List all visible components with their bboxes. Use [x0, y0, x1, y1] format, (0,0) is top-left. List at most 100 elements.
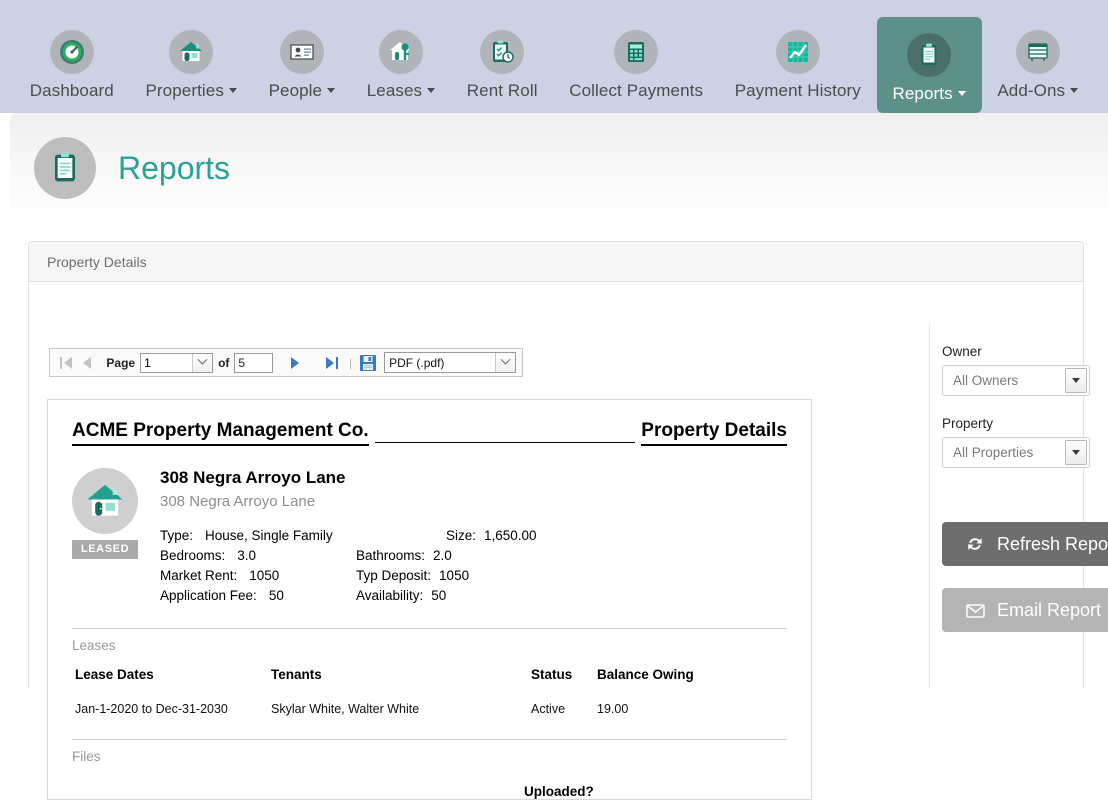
page-title: Reports	[118, 149, 231, 186]
report-viewer-toolbar: Page of 5 |	[49, 348, 523, 377]
files-divider	[72, 739, 787, 740]
save-icon[interactable]	[359, 354, 377, 372]
page-number-combo[interactable]	[140, 352, 214, 373]
report-page: ACME Property Management Co. Property De…	[47, 399, 812, 800]
property-select[interactable]: All Properties	[942, 437, 1090, 468]
field-pair-right: Availability: 50	[356, 586, 446, 606]
page-header: Reports	[10, 113, 1108, 223]
header-rule	[374, 442, 636, 443]
field-key: Application Fee:	[160, 588, 257, 603]
field-key: Bathrooms:	[356, 548, 426, 563]
report-filters-sidebar: Owner All Owners Property All Properties	[942, 344, 1108, 632]
property-select-value: All Properties	[953, 445, 1034, 460]
drawers-icon	[1015, 30, 1060, 74]
previous-page-button[interactable]	[77, 352, 98, 374]
nav-item-label: People	[269, 81, 336, 101]
nav-item-label: Collect Payments	[569, 81, 704, 100]
export-format-select[interactable]: PDF (.pdf)	[384, 352, 516, 373]
field-value: 1,650.00	[484, 528, 537, 543]
chevron-down-icon[interactable]	[494, 353, 515, 372]
clipboard-icon	[907, 33, 952, 77]
field-pair-left: Bedrooms: 3.0	[160, 546, 356, 566]
table-row: Jan-1-2020 to Dec-31-2030 Skylar White, …	[74, 701, 785, 717]
property-field-row: Bedrooms: 3.0 Bathrooms: 2.0	[160, 546, 787, 566]
property-thumbnail-column: LEASED	[72, 468, 156, 606]
cell-balance-owing: 19.00	[597, 702, 629, 716]
panel-body: Page of 5 |	[29, 282, 1108, 800]
page-number-input[interactable]	[141, 353, 193, 372]
nav-item-reports[interactable]: Reports	[876, 17, 982, 124]
cell-lease-dates: Jan-1-2020 to Dec-31-2030	[75, 702, 228, 716]
chevron-down-icon[interactable]	[1065, 440, 1087, 465]
leases-section-label: Leases	[72, 638, 116, 653]
clipboard-icon	[34, 137, 96, 199]
field-pair-right: Size: 1,650.00	[446, 526, 537, 546]
field-pair-left: Type: House, Single Family	[160, 526, 356, 546]
property-field-row: Application Fee: 50 Availability: 50	[160, 586, 787, 606]
property-label: Property	[942, 416, 994, 431]
nav-item-payment-history[interactable]: Payment History	[719, 14, 877, 113]
refresh-report-label: Refresh Report	[997, 533, 1108, 554]
toolbar-divider: |	[348, 355, 353, 370]
property-summary: LEASED 308 Negra Arroyo Lane 308 Negra A…	[72, 468, 787, 606]
chevron-down-icon[interactable]	[1065, 368, 1087, 393]
nav-item-list: Dashboard Properties People Leases Rent …	[0, 0, 1108, 124]
nav-item-leases[interactable]: Leases	[351, 14, 451, 113]
cell-status: Active	[531, 702, 566, 716]
of-label: of	[218, 355, 230, 370]
column-header-balance-owing: Balance Owing	[597, 667, 694, 682]
house-icon	[72, 468, 138, 534]
property-name: 308 Negra Arroyo Lane	[160, 468, 346, 487]
next-page-button[interactable]	[285, 352, 306, 374]
chevron-down-icon	[327, 88, 336, 94]
nav-item-label: Leases	[367, 81, 436, 101]
owner-select[interactable]: All Owners	[942, 365, 1090, 396]
report-company-name: ACME Property Management Co.	[72, 420, 369, 446]
nav-item-label: Rent Roll	[466, 81, 538, 100]
refresh-icon	[964, 533, 986, 555]
chevron-down-icon	[957, 91, 966, 97]
nav-item-rent-roll[interactable]: Rent Roll	[451, 14, 553, 113]
report-name: Property Details	[641, 420, 787, 446]
nav-item-collect-payments[interactable]: Collect Payments	[553, 14, 718, 113]
field-key: Size:	[446, 528, 477, 543]
nav-item-label: Add-Ons	[997, 81, 1079, 101]
email-report-label: Email Report	[997, 599, 1102, 620]
property-field-row: Market Rent: 1050 Typ Deposit: 1050	[160, 566, 787, 586]
owner-label: Owner	[942, 344, 982, 359]
nav-label-text: People	[268, 81, 323, 100]
field-key: Bedrooms:	[160, 548, 226, 563]
total-pages-value: 5	[234, 352, 273, 373]
nav-item-dashboard[interactable]: Dashboard	[14, 14, 130, 113]
nav-item-people[interactable]: People	[253, 14, 351, 113]
chevron-down-icon[interactable]	[192, 353, 213, 372]
top-navigation-bar: Dashboard Properties People Leases Rent …	[0, 0, 1108, 124]
export-format-value: PDF (.pdf)	[389, 355, 445, 370]
field-value: 3.0	[237, 548, 257, 563]
refresh-report-button[interactable]: Refresh Report	[942, 522, 1108, 566]
gauge-icon	[49, 30, 94, 74]
last-page-button[interactable]	[321, 352, 342, 374]
nav-item-add-ons[interactable]: Add-Ons	[982, 14, 1094, 113]
field-value: 2.0	[433, 548, 452, 563]
field-key: Market Rent:	[160, 568, 238, 583]
nav-item-label: Payment History	[734, 81, 861, 100]
nav-item-label: Reports	[893, 84, 966, 104]
calculator-icon	[614, 30, 659, 74]
field-pair-right: Typ Deposit: 1050	[356, 566, 469, 586]
field-pair-left: Application Fee: 50	[160, 586, 356, 606]
nav-item-properties[interactable]: Properties	[130, 14, 253, 113]
field-pair-left: Market Rent: 1050	[160, 566, 356, 586]
field-value: 50	[431, 588, 447, 603]
owner-select-value: All Owners	[953, 373, 1019, 388]
leases-table: Lease Dates Tenants Status Balance Owing…	[72, 664, 787, 719]
report-header: ACME Property Management Co. Property De…	[72, 420, 787, 451]
first-page-button[interactable]	[56, 352, 77, 374]
house-icon	[169, 30, 214, 74]
panel-header: Property Details	[29, 242, 1083, 282]
page-label: Page	[106, 355, 136, 370]
email-report-button[interactable]: Email Report	[942, 588, 1108, 632]
line-chart-icon	[775, 30, 820, 74]
field-value: 1050	[249, 568, 280, 583]
table-header-row: Lease Dates Tenants Status Balance Owing	[74, 666, 785, 699]
